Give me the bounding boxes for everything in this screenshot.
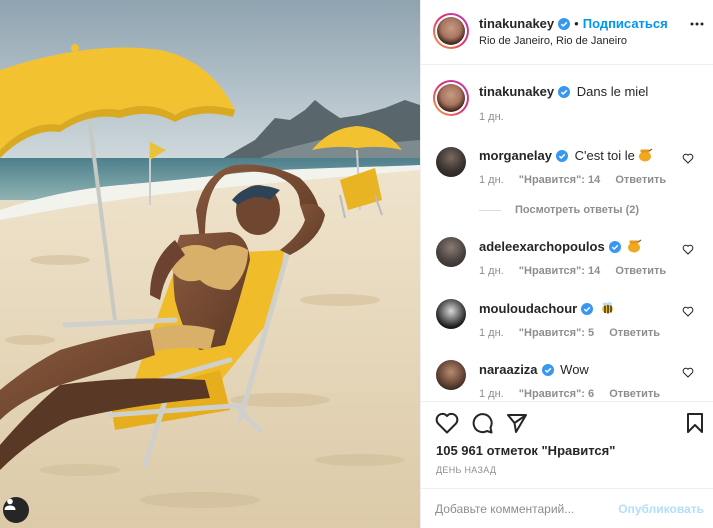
caption-text: Dans le miel: [576, 84, 649, 99]
commenter-avatar[interactable]: [436, 299, 466, 329]
verified-badge-icon: [558, 86, 571, 98]
commenter-avatar[interactable]: [436, 237, 466, 267]
comment-text: Wow: [560, 362, 589, 377]
comment-text: C'est toi le: [574, 148, 635, 163]
post-photo[interactable]: [0, 0, 420, 528]
verified-badge-icon: [541, 364, 554, 376]
caption-avatar[interactable]: [433, 80, 469, 116]
caption-username[interactable]: tinakunakey: [479, 84, 554, 99]
tagged-users-icon[interactable]: [3, 497, 29, 523]
share-icon[interactable]: [506, 412, 528, 434]
comment-likes[interactable]: "Нравится": 14: [519, 174, 600, 186]
reply-button[interactable]: Ответить: [615, 174, 666, 186]
commenter-avatar[interactable]: [436, 360, 466, 390]
honey-pot-icon: [638, 148, 653, 162]
save-bookmark-icon[interactable]: [686, 412, 704, 434]
comment-likes[interactable]: "Нравится": 14: [519, 265, 600, 277]
like-heart-icon[interactable]: [435, 412, 459, 434]
honey-pot-icon: [628, 239, 642, 253]
comment-likes[interactable]: "Нравится": 5: [519, 327, 594, 339]
comment-time[interactable]: 1 дн.: [479, 265, 504, 277]
reply-button[interactable]: Ответить: [615, 265, 666, 277]
commenter-avatar[interactable]: [436, 147, 466, 177]
reply-button[interactable]: Ответить: [609, 388, 660, 400]
verified-badge-icon: [555, 150, 568, 162]
author-username[interactable]: tinakunakey: [479, 16, 554, 31]
post-date[interactable]: ДЕНЬ НАЗАД: [436, 465, 496, 475]
reply-button[interactable]: Ответить: [609, 327, 660, 339]
comment-time[interactable]: 1 дн.: [479, 174, 504, 186]
follow-button[interactable]: Подписаться: [583, 16, 668, 31]
verified-badge-icon: [581, 303, 594, 315]
comment-username[interactable]: mouloudachour: [479, 301, 577, 316]
view-replies-button[interactable]: Посмотреть ответы (2): [479, 204, 639, 216]
like-comment-heart-icon[interactable]: [682, 153, 694, 164]
comment-username[interactable]: adeleexarchopoulos: [479, 239, 605, 254]
publish-button[interactable]: Опубликовать: [618, 502, 704, 516]
comment-likes[interactable]: "Нравится": 6: [519, 388, 594, 400]
comment-time[interactable]: 1 дн.: [479, 327, 504, 339]
view-replies-label[interactable]: Посмотреть ответы (2): [515, 204, 639, 216]
bee-icon: [601, 302, 613, 314]
more-options-icon[interactable]: [690, 22, 704, 26]
caption-time[interactable]: 1 дн.: [479, 111, 504, 123]
comment-input[interactable]: Добавьте комментарий...: [435, 502, 574, 516]
post-location[interactable]: Rio de Janeiro, Rio de Janeiro: [479, 35, 627, 47]
verified-badge-icon: [608, 241, 621, 253]
likes-count[interactable]: 105 961 отметок "Нравится": [436, 443, 615, 458]
beach-scene: [0, 0, 420, 528]
like-comment-heart-icon[interactable]: [682, 367, 694, 378]
author-avatar[interactable]: [433, 13, 469, 49]
comment-username[interactable]: naraaziza: [479, 362, 538, 377]
post-actions: 105 961 отметок "Нравится" ДЕНЬ НАЗАД: [421, 401, 713, 488]
post-side-panel: tinakunakey • Подписаться Rio de Janeiro, …: [420, 0, 713, 528]
separator-dot: •: [574, 16, 579, 31]
comment-time[interactable]: 1 дн.: [479, 388, 504, 400]
replies-divider: [479, 209, 501, 211]
verified-badge-icon: [558, 18, 571, 30]
post-header: tinakunakey • Подписаться Rio de Janeiro, …: [421, 0, 713, 65]
like-comment-heart-icon[interactable]: [682, 244, 694, 255]
comments-list[interactable]: tinakunakey Dans le miel 1 дн. morganela…: [421, 65, 713, 401]
add-comment-bar: Добавьте комментарий... Опубликовать: [421, 488, 713, 528]
comment-icon[interactable]: [471, 412, 493, 434]
comment-username[interactable]: morganelay: [479, 148, 552, 163]
like-comment-heart-icon[interactable]: [682, 306, 694, 317]
